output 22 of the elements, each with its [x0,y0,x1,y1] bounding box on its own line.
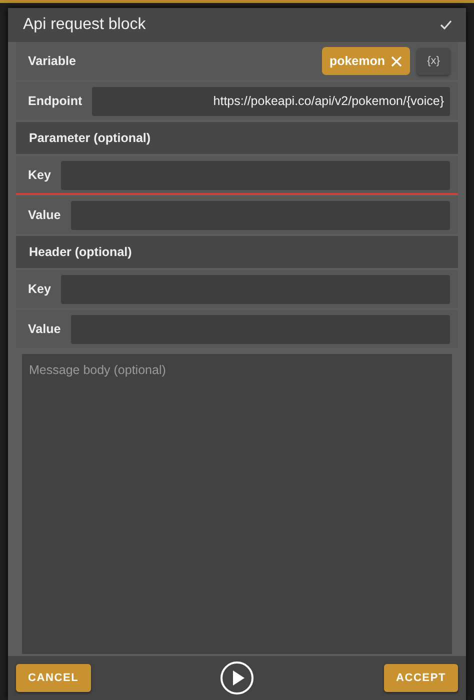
field-label: Key [28,282,51,296]
input-field[interactable] [70,200,450,230]
insert-variable-button[interactable]: {x} [417,48,450,74]
section-title: Header (optional) [29,245,132,259]
field-label: Variable [28,54,77,68]
input-field[interactable]: https://pokeapi.co/api/v2/pokemon/{voice} [92,86,450,116]
cancel-button[interactable]: CANCEL [16,664,91,692]
message-body-field[interactable]: Message body (optional) [22,354,452,654]
play-icon[interactable] [220,661,254,695]
close-icon[interactable] [391,56,402,66]
field-label: Key [28,168,51,182]
field-label: Value [28,208,61,222]
input-field[interactable] [60,160,450,190]
accept-button[interactable]: ACCEPT [384,664,458,692]
dialog-title: Api request block [23,16,146,34]
input-field[interactable] [70,314,450,344]
section-title: Parameter (optional) [29,131,151,145]
field-label: Endpoint [28,94,82,108]
input-field[interactable] [60,274,450,304]
variable-chip[interactable]: pokemon [322,47,410,75]
field-label: Value [28,322,61,336]
check-icon[interactable] [440,20,452,30]
